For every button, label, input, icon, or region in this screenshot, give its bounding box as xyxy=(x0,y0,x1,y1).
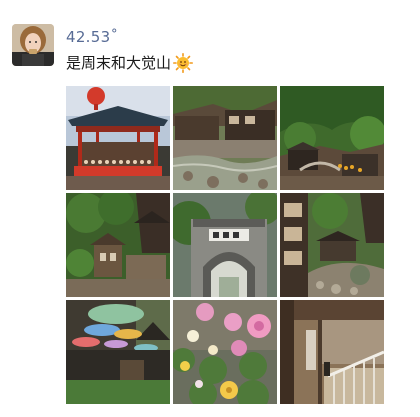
gallery-photo[interactable] xyxy=(280,300,384,404)
gallery-photo[interactable] xyxy=(66,86,170,190)
author-name[interactable]: 42.53˚ xyxy=(66,28,118,46)
gallery-photo[interactable] xyxy=(280,193,384,297)
red-lantern-pavilion-image xyxy=(66,86,170,190)
wooden-houses-forest-image xyxy=(66,193,170,297)
gallery-photo[interactable] xyxy=(173,193,277,297)
avatar[interactable] xyxy=(12,24,54,66)
gallery-photo[interactable] xyxy=(66,300,170,404)
wooden-staircase-interior-image xyxy=(280,300,384,404)
post-text: 是周末和大觉山 xyxy=(66,52,194,74)
riverside-houses-image xyxy=(173,86,277,190)
gallery-photo[interactable] xyxy=(173,86,277,190)
umbrella-decor-courtyard-image xyxy=(66,300,170,404)
pink-flowers-image xyxy=(173,300,277,404)
gallery-photo[interactable] xyxy=(280,86,384,190)
smiling-sun-emoji-icon xyxy=(173,53,194,74)
gallery-photo[interactable] xyxy=(173,300,277,404)
gallery-photo[interactable] xyxy=(66,193,170,297)
stone-arch-gate-image xyxy=(173,193,277,297)
post-body: 是周末和大觉山 xyxy=(66,54,172,72)
cliff-village-image xyxy=(280,193,384,297)
photo-grid xyxy=(66,86,384,404)
mountain-valley-village-image xyxy=(280,86,384,190)
